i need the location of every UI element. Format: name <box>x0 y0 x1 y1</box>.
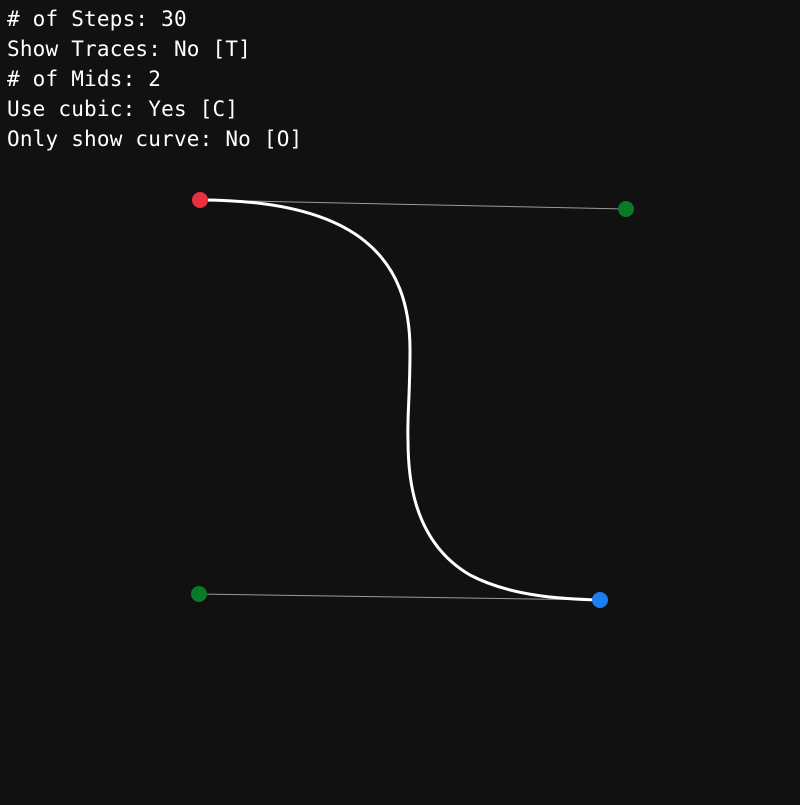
start-point-handle[interactable] <box>192 192 208 208</box>
control-point-1-handle[interactable] <box>618 201 634 217</box>
bezier-curve <box>198 198 602 602</box>
use-cubic-readout: Use cubic: Yes [C] <box>7 97 239 121</box>
only-show-curve-readout: Only show curve: No [O] <box>7 127 303 151</box>
show-traces-readout: Show Traces: No [T] <box>7 37 252 61</box>
hud-panel: # of Steps: 30 Show Traces: No [T] # of … <box>7 4 302 154</box>
end-point-handle[interactable] <box>592 592 608 608</box>
control-point-2-handle[interactable] <box>191 586 207 602</box>
mids-readout: # of Mids: 2 <box>7 67 162 91</box>
steps-readout: # of Steps: 30 <box>7 7 187 31</box>
